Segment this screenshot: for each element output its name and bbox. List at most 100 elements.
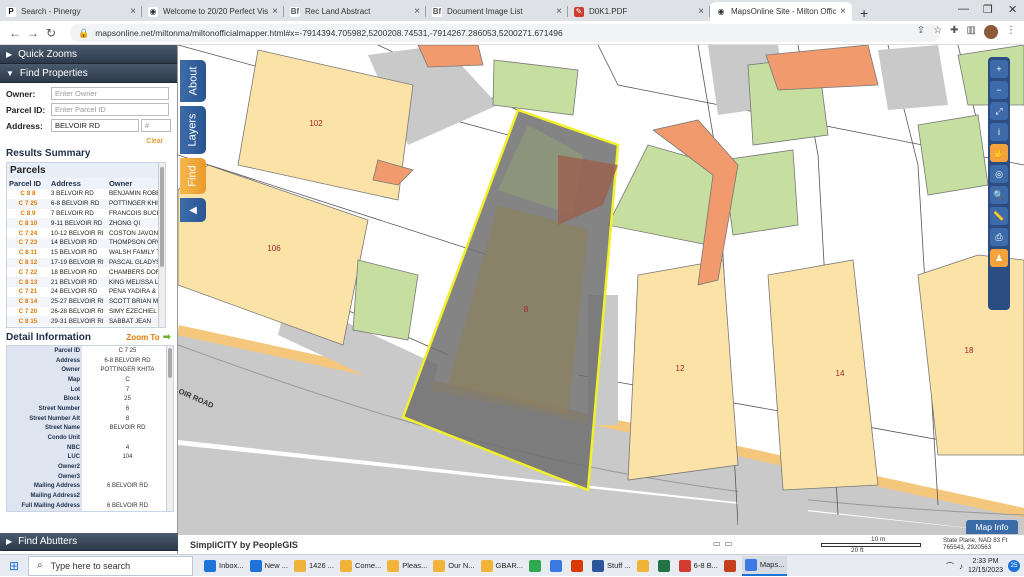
table-row[interactable]: C 8 15 29-31 BELVOIR RI SABBAT JEAN <box>7 316 165 327</box>
tab-close-icon[interactable]: × <box>414 6 420 17</box>
parcel-id-cell[interactable]: C 8 12 <box>7 257 49 268</box>
street-number-input[interactable]: # <box>141 119 171 132</box>
windows-start-icon[interactable]: ⊞ <box>0 559 28 573</box>
parcel-id-cell[interactable]: C 7 24 <box>7 228 49 238</box>
table-row[interactable]: C 8 83 BELVOIR RD BENJAMIN ROBERT <box>7 189 165 199</box>
taskbar-app[interactable]: 1426 ... <box>291 556 337 576</box>
profile-avatar[interactable] <box>984 25 998 39</box>
tab-close-icon[interactable]: × <box>272 6 278 17</box>
taskbar-app[interactable]: Inbox... <box>201 556 247 576</box>
parcels-column-header[interactable]: Address <box>48 178 107 189</box>
parcel-id-cell[interactable]: C 7 21 <box>7 287 49 297</box>
parcel-id-cell[interactable]: C 8 8 <box>7 189 49 199</box>
table-row[interactable]: C 7 24 10-12 BELVOIR RI COSTON JAVON N <box>7 228 165 238</box>
browser-tab[interactable]: Bf Rec Land Abstract × <box>284 2 426 21</box>
parcel-id-input[interactable]: Enter Parcel ID <box>51 103 169 116</box>
zoom-to-button[interactable]: Zoom To ➡ <box>126 332 171 343</box>
table-row[interactable]: C 8 11 15 BELVOIR RD WALSH FAMILY TR <box>7 248 165 258</box>
parcel-id-cell[interactable]: C 8 14 <box>7 296 49 307</box>
clear-link[interactable]: Clear <box>146 138 163 145</box>
taskbar-app[interactable]: Pleas... <box>384 556 430 576</box>
measure-ruler-icon[interactable]: 📏 <box>990 207 1008 225</box>
browser-tab[interactable]: ◉ MapsOnline Site - Milton Officia × <box>710 2 852 21</box>
table-row[interactable]: C 7 22 18 BELVOIR RD CHAMBERS DORRI <box>7 267 165 277</box>
taskbar-app[interactable] <box>526 556 547 576</box>
find-properties-header[interactable]: ▼ Find Properties <box>0 64 177 83</box>
taskbar-app[interactable]: Maps... <box>741 555 788 576</box>
sidepanel-icon[interactable]: ▥ <box>967 25 976 39</box>
taskbar-app[interactable] <box>547 556 568 576</box>
extensions-icon[interactable]: ✚ <box>950 25 958 39</box>
back-icon[interactable]: ← <box>6 26 24 40</box>
find-abutters-header[interactable]: ▶ Find Abutters <box>0 533 178 551</box>
info-icon[interactable]: i <box>990 123 1008 141</box>
tab-find[interactable]: Find <box>180 158 206 194</box>
table-row[interactable]: C 7 21 24 BELVOIR RD PENA YADIRA & Da <box>7 287 165 297</box>
browser-tab[interactable]: ✎ D0K1.PDF × <box>568 2 710 21</box>
parcel-id-cell[interactable]: C 8 10 <box>7 218 49 229</box>
restore-icon[interactable]: ❐ <box>983 3 993 16</box>
reload-icon[interactable]: ↻ <box>42 26 60 40</box>
map-info-button[interactable]: Map Info <box>966 520 1018 534</box>
search-zoom-icon[interactable]: 🔍 <box>990 186 1008 204</box>
table-row[interactable]: C 8 12 17-19 BELVOIR RI PASCAL GLADYS <box>7 257 165 268</box>
taskbar-app[interactable] <box>721 556 742 576</box>
address-input[interactable]: BELVOIR RD <box>51 119 139 132</box>
table-row[interactable]: C 8 13 21 BELVOIR RD KING MELISSA LO <box>7 277 165 287</box>
table-row[interactable]: C 7 20 26-28 BELVOIR RI SIMY EZECHIEL <box>7 307 165 317</box>
menu-dots-icon[interactable]: ⋮ <box>1006 25 1016 39</box>
collapse-panel-button[interactable]: ◀ <box>180 198 206 222</box>
taskbar-app[interactable]: Stuff ... <box>589 556 634 576</box>
zoom-in-icon[interactable]: + <box>990 60 1008 78</box>
tab-close-icon[interactable]: × <box>698 6 704 17</box>
full-extent-icon[interactable]: ⤢ <box>990 102 1008 120</box>
select-icon[interactable]: ◎ <box>990 165 1008 183</box>
street-view-person-icon[interactable]: ♟ <box>990 249 1008 267</box>
parcels-scrollbar[interactable] <box>158 163 165 327</box>
parcel-id-cell[interactable]: C 7 22 <box>7 267 49 277</box>
map-canvas[interactable]: 102 106 8 12 14 18 OIR ROAD <box>178 45 1024 534</box>
wifi-icon[interactable]: ⌒ <box>946 561 954 572</box>
browser-tab[interactable]: P Search - Pinergy × <box>0 2 142 21</box>
bookmark-star-icon[interactable]: ☆ <box>933 25 942 39</box>
parcel-id-cell[interactable]: C 7 23 <box>7 237 49 248</box>
clock[interactable]: 2:33 PM 12/15/2023 <box>968 557 1003 575</box>
parcels-column-header[interactable]: Parcel ID <box>7 178 49 189</box>
notification-badge[interactable]: 25 <box>1008 560 1020 572</box>
print-icon[interactable]: ⎙ <box>990 228 1008 246</box>
new-tab-icon[interactable]: + <box>852 5 876 21</box>
taskbar-app[interactable] <box>634 556 655 576</box>
pan-hand-icon[interactable]: ✋ <box>990 144 1008 162</box>
url-bar[interactable]: 🔒 mapsonline.net/miltonma/miltonofficial… <box>70 24 940 42</box>
parcel-id-cell[interactable]: C 8 11 <box>7 248 49 258</box>
table-row[interactable]: C 8 10 9-11 BELVOIR RD ZHONG QI <box>7 218 165 229</box>
layers-toggle-icon[interactable]: ▭ <box>713 539 721 548</box>
parcels-column-header[interactable]: Owner <box>106 178 165 189</box>
tab-layers[interactable]: Layers <box>180 106 206 154</box>
parcel-id-cell[interactable]: C 8 13 <box>7 277 49 287</box>
tab-about[interactable]: About <box>180 60 206 102</box>
taskbar-search[interactable]: ⌕ Type here to search <box>28 555 193 576</box>
taskbar-app[interactable]: GBAR... <box>478 556 527 576</box>
zoom-out-icon[interactable]: − <box>990 81 1008 99</box>
taskbar-app[interactable] <box>655 556 676 576</box>
parcel-id-cell[interactable]: C 7 25 <box>7 198 49 209</box>
tab-close-icon[interactable]: × <box>130 6 136 17</box>
taskbar-app[interactable]: New ... <box>247 556 291 576</box>
parcel-id-cell[interactable]: C 7 20 <box>7 307 49 317</box>
share-icon[interactable]: ⇪ <box>917 25 925 39</box>
detail-scrollbar[interactable] <box>166 346 173 511</box>
minimize-icon[interactable]: — <box>958 3 969 15</box>
parcel-id-cell[interactable]: C 8 15 <box>7 316 49 327</box>
table-row[interactable]: C 7 23 14 BELVOIR RD THOMPSON ORVAL <box>7 237 165 248</box>
quick-zooms-header[interactable]: ▶ Quick Zooms <box>0 45 177 64</box>
tab-close-icon[interactable]: × <box>556 6 562 17</box>
table-row[interactable]: C 7 25 6-8 BELVOIR RD POTTINGER KHITA <box>7 198 165 209</box>
taskbar-app[interactable] <box>568 556 589 576</box>
tab-close-icon[interactable]: × <box>840 6 846 17</box>
forward-icon[interactable]: → <box>24 26 42 40</box>
browser-tab[interactable]: ◉ Welcome to 20/20 Perfect Visio × <box>142 2 284 21</box>
taskbar-app[interactable]: Come... <box>337 556 384 576</box>
taskbar-app[interactable]: Our N... <box>430 556 477 576</box>
basemap-toggle-icon[interactable]: ▭ <box>725 539 733 548</box>
